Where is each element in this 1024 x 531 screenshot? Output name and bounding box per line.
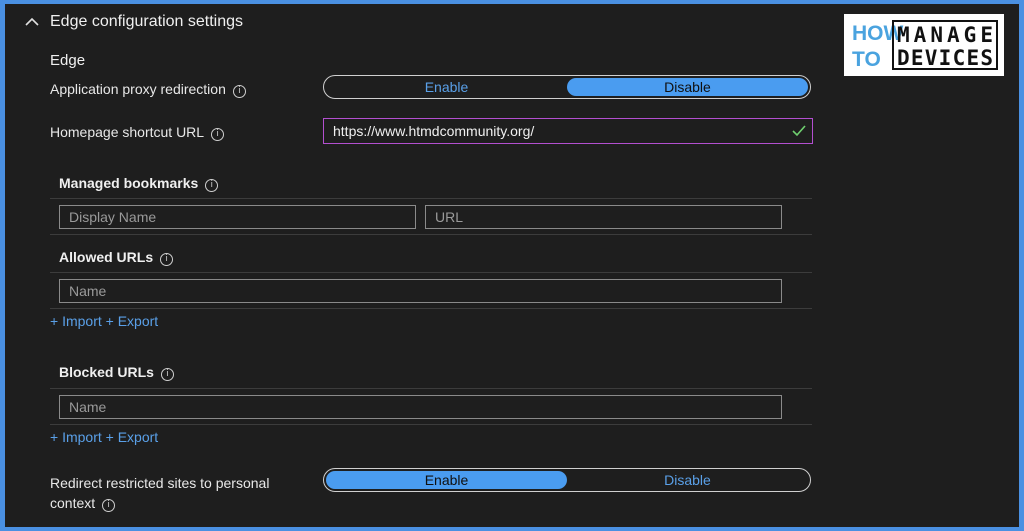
app-proxy-disable-option[interactable]: Disable (567, 78, 808, 96)
allowed-import-export: + Import + Export (50, 313, 158, 329)
homepage-label: Homepage shortcut URL i (50, 124, 225, 141)
divider (50, 424, 812, 425)
allowed-urls-label: Allowed URLs i (59, 249, 174, 266)
logo-graphic: HOW TO MANAGE DEVICES (850, 20, 998, 71)
managed-bookmarks-label: Managed bookmarks i (59, 175, 219, 192)
info-icon[interactable]: i (102, 499, 116, 512)
checkmark-icon (792, 125, 806, 137)
blocked-url-name-input[interactable]: Name (59, 395, 782, 419)
divider (50, 234, 812, 235)
logo-manage-text: MANAGE (897, 23, 993, 47)
blocked-import-link[interactable]: + Import (50, 429, 102, 445)
blocked-urls-label: Blocked URLs i (59, 364, 174, 381)
app-proxy-toggle[interactable]: Enable Disable (323, 75, 811, 99)
info-icon[interactable]: i (211, 128, 225, 141)
allowed-export-link[interactable]: + Export (106, 313, 159, 329)
blocked-export-link[interactable]: + Export (106, 429, 159, 445)
divider (50, 272, 812, 273)
bookmark-display-name-input[interactable]: Display Name (59, 205, 416, 229)
how-to-manage-devices-logo: HOW TO MANAGE DEVICES (844, 14, 1004, 76)
info-icon[interactable]: i (232, 85, 246, 98)
logo-to-text: TO (852, 48, 881, 71)
edge-settings-panel: Edge configuration settings Edge Applica… (5, 4, 1019, 527)
edge-section-label: Edge (50, 52, 86, 69)
chevron-up-icon[interactable] (24, 14, 40, 30)
redirect-disable-option[interactable]: Disable (567, 471, 808, 489)
info-icon[interactable]: i (160, 253, 174, 266)
logo-devices-text: DEVICES (897, 46, 993, 70)
allowed-import-link[interactable]: + Import (50, 313, 102, 329)
bookmark-url-input[interactable]: URL (425, 205, 782, 229)
divider (50, 388, 812, 389)
section-header-title[interactable]: Edge configuration settings (50, 13, 243, 31)
homepage-url-input[interactable]: https://www.htmdcommunity.org/ (323, 118, 813, 144)
allowed-url-name-input[interactable]: Name (59, 279, 782, 303)
app-proxy-label: Application proxy redirection i (50, 81, 246, 98)
logo-how-text: HOW (852, 22, 904, 45)
app-proxy-enable-option[interactable]: Enable (326, 78, 567, 96)
divider (50, 308, 812, 309)
info-icon[interactable]: i (205, 179, 219, 192)
redirect-enable-option[interactable]: Enable (326, 471, 567, 489)
divider (50, 198, 812, 199)
redirect-toggle[interactable]: Enable Disable (323, 468, 811, 492)
info-icon[interactable]: i (160, 368, 174, 381)
redirect-label: Redirect restricted sites to personal co… (50, 475, 270, 512)
blocked-import-export: + Import + Export (50, 429, 158, 445)
